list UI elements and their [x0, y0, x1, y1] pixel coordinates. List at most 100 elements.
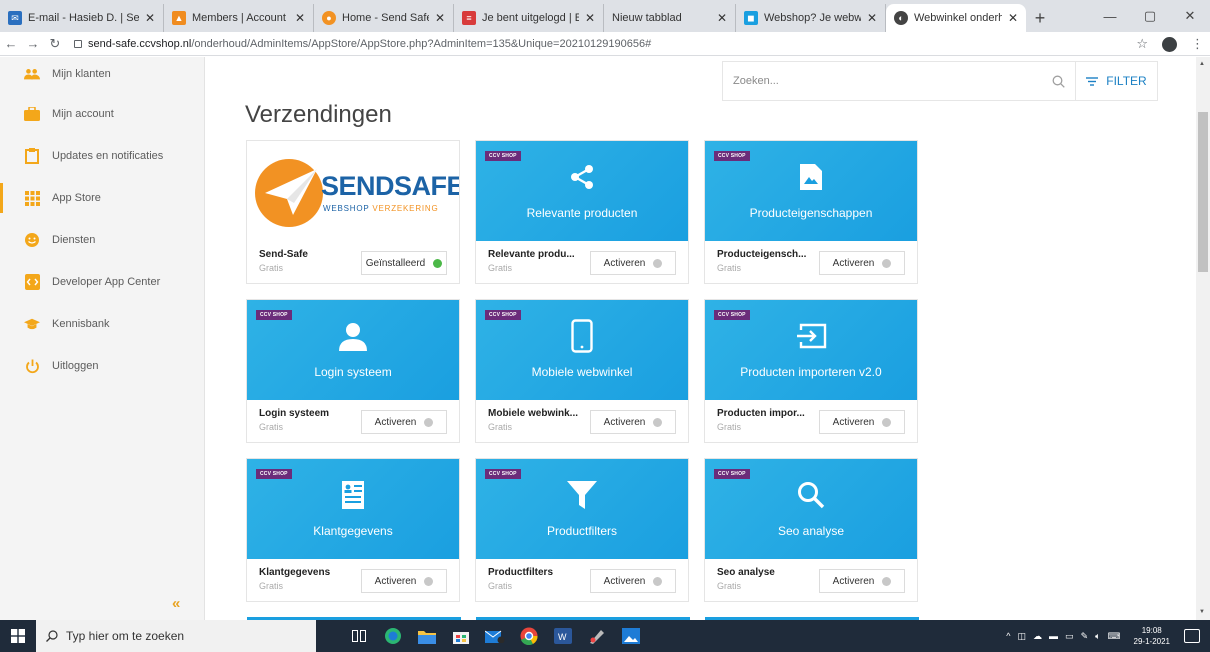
pen-icon[interactable]: ✎	[1081, 631, 1089, 642]
app-name: Login systeem	[259, 408, 330, 419]
browser-tab-webwinkel-onderhoud[interactable]: ◐ Webwinkel onderhoud ✕	[886, 4, 1026, 32]
browser-tab-email[interactable]: ✉ E-mail - Hasieb D. | Sen ✕	[0, 4, 164, 32]
app-card-send-safe[interactable]: SENDSAFE WEBSHOP VERZEKERING Send-Safe G…	[246, 140, 460, 284]
search-input[interactable]	[723, 62, 1041, 100]
close-tab-icon[interactable]: ✕	[1008, 11, 1018, 25]
app-card-seo-analyse[interactable]: CCV SHOP Seo analyse Seo analyse Gratis …	[704, 458, 918, 602]
close-tab-icon[interactable]: ✕	[145, 11, 155, 25]
close-tab-icon[interactable]: ✕	[867, 11, 877, 25]
activate-button[interactable]: Activeren	[590, 251, 676, 275]
new-tab-button[interactable]: +	[1026, 4, 1054, 32]
task-view-icon[interactable]	[346, 623, 372, 649]
browser-menu-icon[interactable]: ⋮	[1191, 36, 1204, 52]
edge-icon[interactable]	[380, 623, 406, 649]
app-name: Producten impor...	[717, 408, 805, 419]
sidebar-item-developer-app-center[interactable]: Developer App Center	[0, 267, 205, 297]
installed-check-icon	[433, 258, 443, 268]
reload-icon[interactable]: ↻	[44, 36, 66, 52]
browser-tab-members[interactable]: ▲ Members | Account | Cl ✕	[164, 4, 314, 32]
page-scrollbar[interactable]: ▲ ▼	[1196, 57, 1210, 620]
mail-icon[interactable]	[482, 623, 508, 649]
status-dot-icon	[424, 576, 434, 586]
windows-start-icon[interactable]	[0, 620, 36, 652]
close-tab-icon[interactable]: ✕	[295, 11, 305, 25]
clock-time: 19:08	[1141, 626, 1162, 635]
battery-icon[interactable]: ▭	[1065, 631, 1074, 642]
paint-icon[interactable]	[584, 623, 610, 649]
keyboard-icon[interactable]: ⌨	[1108, 631, 1121, 642]
button-label: Geïnstalleerd	[365, 257, 426, 269]
card-banner: CCV SHOP Producten importeren v2.0	[705, 300, 917, 400]
notifications-icon[interactable]	[1184, 629, 1200, 643]
search-icon[interactable]	[1041, 62, 1075, 100]
tab-title: Home - Send Safe	[342, 12, 429, 24]
smiley-icon	[24, 232, 40, 248]
button-label: Activeren	[603, 575, 646, 587]
browser-tab-logged-out[interactable]: ≡ Je bent uitgelogd | Ein ✕	[454, 4, 604, 32]
button-label: Activeren	[603, 257, 646, 269]
forward-arrow-icon[interactable]: →	[22, 36, 44, 51]
app-price: Gratis	[259, 422, 284, 432]
sidebar-item-updates[interactable]: Updates en notificaties	[0, 141, 205, 171]
activate-button[interactable]: Activeren	[819, 410, 905, 434]
activate-button[interactable]: Activeren	[819, 569, 905, 593]
address-bar[interactable]: send-safe.ccvshop.nl/onderhoud/AdminItem…	[74, 38, 651, 50]
show-hidden-icons-icon[interactable]: ^	[1006, 631, 1010, 641]
button-label: Activeren	[832, 416, 875, 428]
browser-tab-webshop[interactable]: ◼ Webshop? Je webwinke ✕	[736, 4, 886, 32]
close-tab-icon[interactable]: ✕	[435, 11, 445, 25]
chrome-icon[interactable]	[516, 623, 542, 649]
ccv-shop-badge: CCV SHOP	[714, 310, 750, 320]
app-card-producteigenschappen[interactable]: CCV SHOP Producteigenschappen Producteig…	[704, 140, 918, 284]
store-icon[interactable]	[448, 623, 474, 649]
scroll-down-icon[interactable]: ▼	[1199, 609, 1205, 615]
app-card-productfilters[interactable]: CCV SHOP Productfilters Productfilters G…	[475, 458, 689, 602]
volume-icon[interactable]: 🔈︎	[1095, 631, 1100, 642]
power-icon	[24, 358, 40, 374]
sidebar-item-mijn-klanten[interactable]: Mijn klanten	[0, 59, 205, 89]
scrollbar-thumb[interactable]	[1198, 112, 1208, 272]
close-tab-icon[interactable]: ✕	[585, 11, 595, 25]
activate-button[interactable]: Activeren	[819, 251, 905, 275]
scroll-up-icon[interactable]: ▲	[1199, 61, 1205, 67]
browser-tab-new[interactable]: Nieuw tabblad ✕	[604, 4, 736, 32]
sidebar-item-app-store[interactable]: App Store	[0, 183, 205, 213]
sidebar-item-kennisbank[interactable]: Kennisbank	[0, 309, 205, 339]
bookmark-star-icon[interactable]: ☆	[1136, 36, 1148, 52]
network-icon[interactable]: ▬	[1049, 631, 1058, 641]
sidebar-item-uitloggen[interactable]: Uitloggen	[0, 351, 205, 381]
close-tab-icon[interactable]: ✕	[717, 11, 727, 25]
profile-avatar-icon[interactable]	[1162, 36, 1177, 52]
word-icon[interactable]: W	[550, 623, 576, 649]
activate-button[interactable]: Activeren	[361, 410, 447, 434]
sidebar-item-label: Mijn account	[52, 108, 114, 120]
onedrive-icon[interactable]: ☁	[1033, 631, 1042, 642]
back-arrow-icon[interactable]: ←	[0, 36, 22, 51]
app-card-producten-importeren[interactable]: CCV SHOP Producten importeren v2.0 Produ…	[704, 299, 918, 443]
filter-button[interactable]: FILTER	[1075, 62, 1157, 100]
app-card-login-systeem[interactable]: CCV SHOP Login systeem Login systeem Gra…	[246, 299, 460, 443]
maximize-icon[interactable]: ▢	[1130, 0, 1170, 32]
activate-button[interactable]: Activeren	[590, 569, 676, 593]
minimize-icon[interactable]: —	[1090, 0, 1130, 32]
sidebar-item-mijn-account[interactable]: Mijn account	[0, 99, 205, 129]
activate-button[interactable]: Activeren	[361, 569, 447, 593]
status-dot-icon	[653, 417, 663, 427]
app-card-mobiele-webwinkel[interactable]: CCV SHOP Mobiele webwinkel Mobiele webwi…	[475, 299, 689, 443]
photos-icon[interactable]	[618, 623, 644, 649]
app-card-klantgegevens[interactable]: CCV SHOP Klantgegevens Klantgegevens Gra…	[246, 458, 460, 602]
taskbar-search[interactable]: Typ hier om te zoeken	[36, 620, 316, 652]
people-icon[interactable]: ◫	[1018, 631, 1027, 642]
url-host: send-safe.ccvshop.nl	[88, 37, 192, 50]
installed-button[interactable]: Geïnstalleerd	[361, 251, 447, 275]
activate-button[interactable]: Activeren	[590, 410, 676, 434]
close-window-icon[interactable]: ✕	[1170, 0, 1210, 32]
file-explorer-icon[interactable]	[414, 623, 440, 649]
collapse-sidebar-icon[interactable]: «	[172, 595, 180, 612]
sidebar-item-label: Diensten	[52, 234, 96, 246]
sidebar-item-diensten[interactable]: Diensten	[0, 225, 205, 255]
browser-tab-home-sendsafe[interactable]: ● Home - Send Safe ✕	[314, 4, 454, 32]
app-card-relevante-producten[interactable]: CCV SHOP Relevante producten Relevante p…	[475, 140, 689, 284]
card-caption: Klantgegevens	[313, 524, 393, 538]
taskbar-clock[interactable]: 19:08 29-1-2021	[1134, 625, 1170, 647]
